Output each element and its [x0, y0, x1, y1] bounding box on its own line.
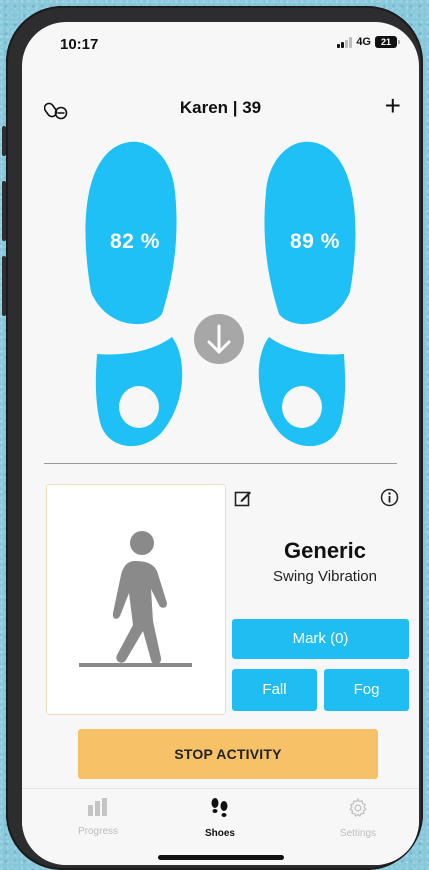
phone-frame: 10:17 4G 21 Karen | 39 + 82 % 89 % Gener…: [2, 6, 423, 870]
silent-switch: [2, 126, 6, 156]
tab-progress[interactable]: Progress: [48, 797, 148, 837]
fog-button[interactable]: Fog: [324, 669, 409, 711]
home-indicator[interactable]: [158, 855, 284, 860]
activity-card[interactable]: [46, 484, 226, 715]
volume-down-button: [2, 256, 6, 316]
signal-icon: [337, 36, 353, 48]
walking-person-icon: [79, 531, 192, 667]
right-heel-shape: [258, 337, 346, 447]
left-insole-percentage: 82 %: [110, 230, 160, 253]
footprints-icon: [211, 798, 228, 817]
info-icon[interactable]: [380, 488, 399, 507]
network-label: 4G: [356, 36, 371, 48]
left-heel-shape: [95, 337, 183, 447]
tab-settings[interactable]: Settings: [308, 797, 408, 839]
profile-name: Generic: [284, 538, 366, 563]
section-divider: [44, 463, 397, 464]
gear-icon: [349, 798, 367, 818]
right-insole-percentage: 89 %: [290, 230, 340, 253]
bar-chart-icon: [88, 798, 107, 816]
stop-activity-button[interactable]: STOP ACTIVITY: [78, 729, 378, 779]
tab-bar: Progress Shoes Settings: [22, 788, 419, 865]
arrow-down-icon: [194, 314, 244, 364]
plus-icon[interactable]: +: [385, 92, 401, 120]
tab-progress-label: Progress: [77, 826, 118, 837]
tab-settings-label: Settings: [339, 828, 377, 839]
volume-up-button: [2, 181, 6, 241]
app-screen: 10:17 4G 21 Karen | 39 + 82 % 89 % Gener…: [22, 22, 419, 865]
tab-shoes-label: Shoes: [204, 828, 235, 839]
tab-shoes[interactable]: Shoes: [170, 797, 270, 839]
status-indicators: 4G 21: [337, 36, 400, 48]
insoles-graphic: [85, 141, 356, 447]
page-title: Karen | 39: [179, 98, 262, 117]
profile-subtitle: Swing Vibration: [273, 568, 377, 585]
status-time: 10:17: [60, 36, 99, 53]
app-header: Karen | 39 +: [22, 92, 419, 124]
edit-icon[interactable]: [234, 489, 252, 507]
battery-icon: 21: [375, 36, 400, 48]
status-bar: 10:17 4G 21: [22, 22, 419, 68]
mark-button[interactable]: Mark (0): [232, 619, 409, 659]
insoles-view: 82 % 89 %: [22, 132, 419, 452]
fall-button[interactable]: Fall: [232, 669, 317, 711]
